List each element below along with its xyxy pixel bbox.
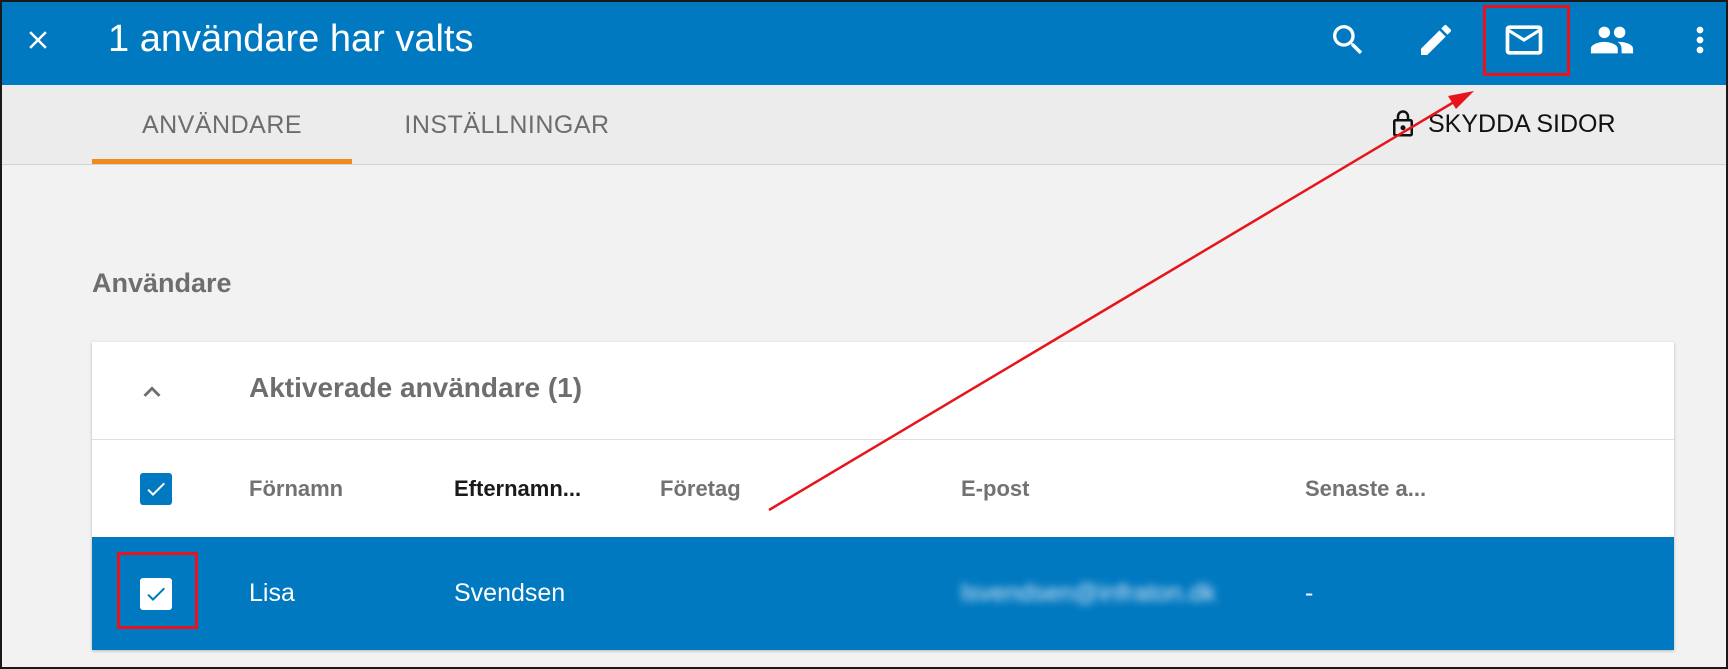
groups-button[interactable] (1584, 14, 1640, 66)
tab-installningar[interactable]: INSTÄLLNINGAR (372, 85, 642, 165)
column-header-senaste[interactable]: Senaste a... (1305, 440, 1426, 537)
group-title: Aktiverade användare (1) (249, 372, 583, 403)
section-title: Användare (92, 268, 232, 298)
tab-bar: ANVÄNDARE INSTÄLLNINGAR SKYDDA SIDOR (2, 85, 1726, 165)
column-header-foretag[interactable]: Företag (660, 440, 741, 537)
close-icon (29, 31, 47, 49)
close-selection-button[interactable] (18, 20, 58, 60)
lock-icon (1393, 110, 1413, 137)
more-options-button[interactable] (1672, 14, 1726, 66)
protect-pages-button[interactable]: SKYDDA SIDOR (1388, 99, 1616, 149)
more-vertical-icon (1696, 26, 1704, 54)
checkbox-highlight-box (117, 552, 198, 629)
table-header-row: Förnamn Efternamn... Företag E-post Sena… (92, 440, 1674, 537)
column-header-efternamn[interactable]: Efternamn... (454, 440, 581, 537)
column-header-epost[interactable]: E-post (961, 440, 1029, 537)
protect-pages-label: SKYDDA SIDOR (1428, 109, 1616, 138)
table-row[interactable]: Lisa Svendsen lsvendsen@infraton.dk - (92, 537, 1674, 650)
selection-title: 1 användare har valts (108, 18, 474, 60)
edit-button[interactable] (1408, 14, 1464, 66)
select-all-checkbox[interactable] (140, 472, 172, 505)
window-frame: 1 användare har valts ANVÄNDARE INSTÄLLN… (0, 0, 1728, 669)
users-card: Aktiverade användare (1) Förnamn Efterna… (92, 342, 1674, 650)
select-all-cell (140, 440, 172, 537)
cell-first-name: Lisa (249, 579, 295, 607)
collapse-group-button[interactable] (132, 372, 172, 412)
tab-anvandare[interactable]: ANVÄNDARE (92, 85, 352, 165)
search-icon (1333, 25, 1363, 55)
column-header-fornamn[interactable]: Förnamn (249, 440, 343, 537)
selection-app-bar: 1 användare har valts (2, 2, 1726, 85)
check-icon (147, 482, 165, 496)
active-tab-indicator (92, 159, 352, 164)
chevron-up-icon (143, 386, 161, 397)
pencil-icon (1421, 24, 1452, 55)
cell-last-name: Svendsen (454, 579, 566, 607)
mail-highlight-box (1483, 5, 1570, 76)
cell-email: lsvendsen@infraton.dk (961, 579, 1216, 607)
cell-last-login: - (1305, 579, 1314, 607)
group-header: Aktiverade användare (1) (92, 342, 1674, 440)
people-icon (1590, 26, 1634, 54)
search-button[interactable] (1320, 14, 1376, 66)
